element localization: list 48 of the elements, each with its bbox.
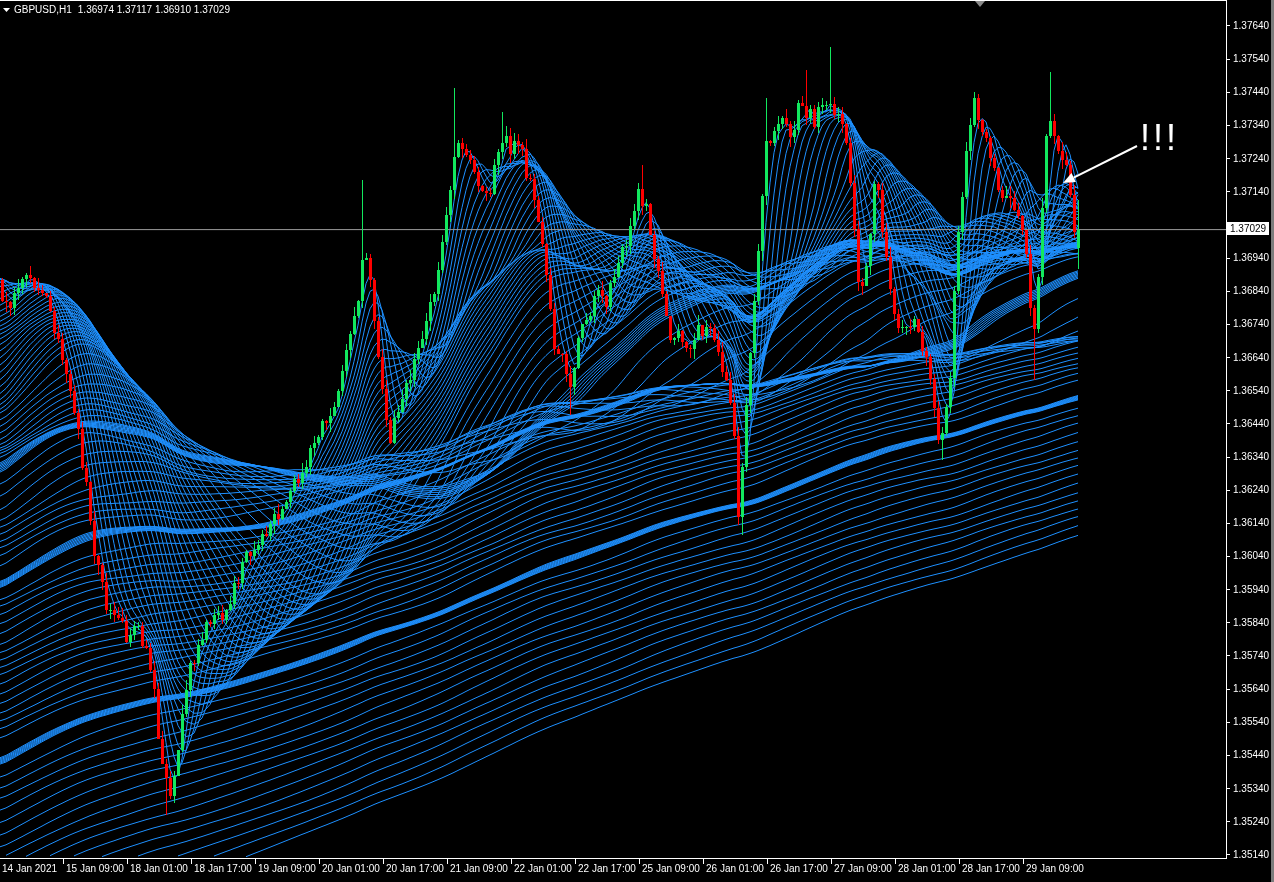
price-axis-label: 1.35240 xyxy=(1233,815,1270,828)
price-axis-label: 1.36240 xyxy=(1233,484,1270,497)
time-axis-label: 27 Jan 09:00 xyxy=(834,863,892,876)
time-axis-label: 28 Jan 01:00 xyxy=(898,863,956,876)
price-axis-label: 1.36340 xyxy=(1233,451,1270,463)
price-axis-label: 1.36540 xyxy=(1233,384,1270,397)
price-axis-label: 1.36940 xyxy=(1233,252,1270,265)
price-axis-label: 1.36440 xyxy=(1233,417,1270,430)
time-axis-label: 18 Jan 17:00 xyxy=(194,863,252,876)
price-axis-label: 1.37640 xyxy=(1233,19,1270,32)
price-axis-label: 1.37440 xyxy=(1233,86,1270,99)
time-axis-label: 20 Jan 17:00 xyxy=(386,863,444,876)
time-axis-label: 22 Jan 01:00 xyxy=(514,863,572,876)
price-axis-label: 1.36840 xyxy=(1233,285,1270,298)
price-axis-label: 1.35440 xyxy=(1233,749,1270,762)
price-axis-label: 1.36140 xyxy=(1233,517,1270,530)
price-axis-label: 1.35740 xyxy=(1233,649,1270,662)
price-axis-label: 1.36640 xyxy=(1233,351,1270,364)
price-axis-label: 1.36740 xyxy=(1233,318,1270,331)
time-axis-label: 18 Jan 01:00 xyxy=(130,863,188,876)
time-axis-label: 28 Jan 17:00 xyxy=(962,863,1020,876)
triangle-marker-icon[interactable] xyxy=(975,1,985,7)
price-axis-label: 1.37140 xyxy=(1233,185,1270,198)
price-axis-label: 1.36040 xyxy=(1233,550,1270,563)
price-axis-label: 1.35840 xyxy=(1233,616,1270,629)
caret-icon[interactable] xyxy=(3,8,10,12)
time-axis-label: 26 Jan 01:00 xyxy=(706,863,764,876)
price-axis-label: 1.37240 xyxy=(1233,152,1270,165)
symbol-timeframe-label: GBPUSD,H1 xyxy=(14,4,72,16)
price-axis-label: 1.35140 xyxy=(1233,848,1270,861)
time-axis-label: 14 Jan 2021 xyxy=(2,863,58,876)
ohlc-values-text: 1.36974 1.37117 1.36910 1.37029 xyxy=(77,4,230,16)
time-axis-label: 25 Jan 09:00 xyxy=(642,863,700,876)
time-axis-label: 20 Jan 01:00 xyxy=(322,863,380,876)
time-axis-label: 26 Jan 17:00 xyxy=(770,863,828,876)
current-price-label: 1.37029 xyxy=(1227,221,1270,235)
price-axis-label: 1.37340 xyxy=(1233,119,1270,132)
price-axis-label: 1.35640 xyxy=(1233,683,1270,696)
price-axis-label: 1.35540 xyxy=(1233,716,1270,729)
time-axis-label: 22 Jan 17:00 xyxy=(578,863,636,876)
price-axis-label: 1.35340 xyxy=(1233,782,1270,795)
time-axis-label: 21 Jan 09:00 xyxy=(450,863,508,876)
time-axis-label: 29 Jan 09:00 xyxy=(1026,863,1084,876)
annotation-text: !!! xyxy=(1140,118,1179,158)
time-axis-label: 19 Jan 09:00 xyxy=(258,863,316,876)
price-axis-label: 1.37540 xyxy=(1233,53,1270,66)
price-axis-label: 1.35940 xyxy=(1233,583,1270,596)
time-axis-label: 15 Jan 09:00 xyxy=(66,863,124,876)
